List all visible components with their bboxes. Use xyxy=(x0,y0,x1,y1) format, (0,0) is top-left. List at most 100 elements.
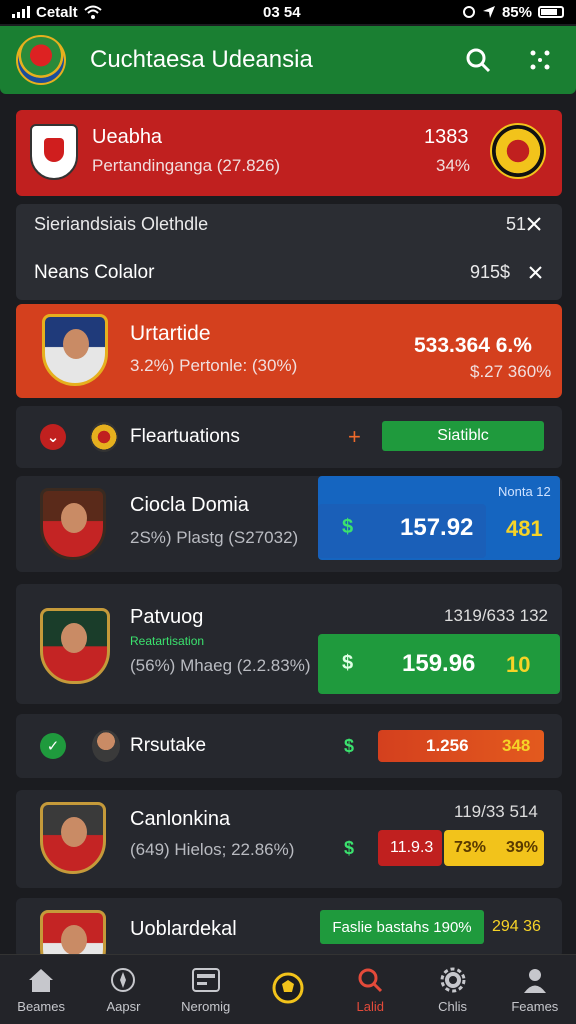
match-percent: 34% xyxy=(436,156,471,175)
app-header: Cuchtaesa Udeansia xyxy=(0,26,576,94)
chevron-down-icon[interactable]: ⌄ xyxy=(40,424,66,450)
ball-icon xyxy=(272,972,304,1003)
player-name: Urtartide xyxy=(130,322,211,345)
tab-ball[interactable] xyxy=(252,972,324,1007)
location-icon xyxy=(482,6,495,18)
plus-icon[interactable]: + xyxy=(348,424,361,450)
tab-games[interactable]: Beames xyxy=(5,965,77,1014)
app-logo xyxy=(16,35,66,85)
player-row[interactable]: Patvuog Reatartisation (56%) Mhaeg (2.2.… xyxy=(16,584,562,704)
player-avatar xyxy=(40,802,106,874)
clock: 03 54 xyxy=(263,3,301,21)
close-icon[interactable] xyxy=(526,216,542,232)
match-team: Ueabha xyxy=(92,126,163,148)
fluctuation-label: Fleartuations xyxy=(130,426,240,447)
tab-label: Aapsr xyxy=(106,999,141,1014)
status-button[interactable]: Siatiblc xyxy=(382,421,544,451)
player-yellow-value: 73% xyxy=(454,839,487,856)
filter-row-value: 51 xyxy=(506,214,527,234)
player-extra: 294 36 xyxy=(492,918,541,935)
player-stats: 3.2%) Pertonle: (30%) xyxy=(130,356,298,375)
filter-card: Sieriandsiais Olethdle 51 Neans Colalor … xyxy=(16,204,562,300)
filter-row2-value: 915$ xyxy=(470,262,511,282)
filter-row2-label: Neans Colalor xyxy=(34,262,155,283)
price-box-label: Nonta 12 xyxy=(498,484,551,499)
match-card[interactable]: Ueabha Pertandinganga (27.826) 1383 34% xyxy=(16,110,562,196)
player-name: Canlonkina xyxy=(130,808,231,830)
match-score: 1383 xyxy=(424,126,469,148)
wifi-icon xyxy=(84,5,102,19)
close-icon[interactable] xyxy=(528,265,543,280)
tab-profile[interactable]: Feames xyxy=(499,965,571,1014)
gear-icon xyxy=(440,967,466,993)
card-icon xyxy=(191,968,220,992)
profile-icon xyxy=(523,969,546,993)
player-row[interactable]: Uoblardekal Faslie bastahs 190% 294 36 xyxy=(16,898,562,958)
player-extra: 481 xyxy=(506,516,543,541)
player-top-stats: 119/33 514 xyxy=(454,802,538,821)
tab-lalid[interactable]: Lalid xyxy=(334,965,406,1014)
dollar-icon: $ xyxy=(342,652,354,674)
bottom-tab-bar: Beames Aapsr Neromig Lalid Chlis Feames xyxy=(0,954,576,1024)
away-crest xyxy=(490,123,546,179)
dollar-icon: $ xyxy=(344,838,355,858)
player-price: 1.256 xyxy=(426,736,469,755)
tab-label: Beames xyxy=(17,999,65,1014)
player-red-value: 11.9.3 xyxy=(390,839,434,856)
player-avatar xyxy=(92,730,120,762)
tab-label: Chlis xyxy=(438,999,467,1014)
home-crest xyxy=(30,124,78,180)
player-price: 157.92 xyxy=(400,514,474,541)
dollar-icon: $ xyxy=(342,516,354,538)
status-bar: Cetalt 03 54 85% xyxy=(0,0,576,24)
search-icon xyxy=(466,48,491,73)
check-icon[interactable]: ✓ xyxy=(40,733,66,759)
player-name: Uoblardekal xyxy=(130,918,237,940)
player-extra: 348 xyxy=(502,736,531,755)
player-row[interactable]: Canlonkina (649) Hielos; 22.86%) 119/33 … xyxy=(16,790,562,888)
player-stats: (649) Hielos; 22.86%) xyxy=(130,840,295,859)
team-crest-icon xyxy=(90,422,118,452)
compass-icon xyxy=(111,968,136,992)
player-name: Patvuog xyxy=(130,606,204,628)
dollar-icon: $ xyxy=(344,736,355,756)
player-row[interactable]: Ciocla Domia 2S%) Plastg (S27032) Nonta … xyxy=(16,476,562,572)
player-avatar xyxy=(40,910,106,958)
tab-chlis[interactable]: Chlis xyxy=(417,965,489,1014)
player-tag: Reatartisation xyxy=(130,634,205,648)
alarm-icon xyxy=(462,6,475,18)
signal-icon xyxy=(12,6,30,18)
player-price: 533.364 6.% xyxy=(414,334,532,357)
player-name: Ciocla Domia xyxy=(130,494,249,516)
player-price-sub: $.27 360% xyxy=(470,362,552,381)
player-row[interactable]: ✓ Rrsutake $ 1.256 348 xyxy=(16,714,562,778)
player-avatar xyxy=(40,488,106,560)
carrier-label: Cetalt xyxy=(36,3,78,21)
player-avatar xyxy=(40,608,110,684)
battery-icon xyxy=(537,6,564,18)
grid-icon xyxy=(530,50,550,70)
tab-neromig[interactable]: Neromig xyxy=(170,965,242,1014)
player-stats: 2S%) Plastg (S27032) xyxy=(130,528,299,547)
tab-label: Lalid xyxy=(356,999,384,1014)
player-price: 159.96 xyxy=(402,650,476,677)
player-name: Rrsutake xyxy=(130,735,207,756)
fluctuation-row[interactable]: ⌄ Fleartuations + Siatiblc xyxy=(16,406,562,468)
menu-button[interactable] xyxy=(520,40,560,80)
player-stats: (56%) Mhaeg (2.2.83%) xyxy=(130,656,311,675)
filter-row-label: Sieriandsiais Olethdle xyxy=(34,214,209,234)
player-top-stats: 1319/633 132 xyxy=(444,606,548,625)
search-button[interactable] xyxy=(458,40,498,80)
battery-percent: 85% xyxy=(501,3,532,21)
featured-player-card[interactable]: Urtartide 3.2%) Pertonle: (30%) 533.364 … xyxy=(16,304,562,398)
search-icon xyxy=(358,968,383,993)
player-avatar xyxy=(42,314,108,386)
app-title: Cuchtaesa Udeansia xyxy=(90,46,313,73)
match-subtitle: Pertandinganga (27.826) xyxy=(92,156,281,175)
player-yellow-value2: 39% xyxy=(506,839,539,856)
status-pill[interactable]: Faslie bastahs 190% xyxy=(320,910,484,944)
home-icon xyxy=(29,969,54,992)
tab-label: Neromig xyxy=(181,999,231,1014)
player-extra: 10 xyxy=(506,652,531,677)
tab-aapsr[interactable]: Aapsr xyxy=(87,965,159,1014)
